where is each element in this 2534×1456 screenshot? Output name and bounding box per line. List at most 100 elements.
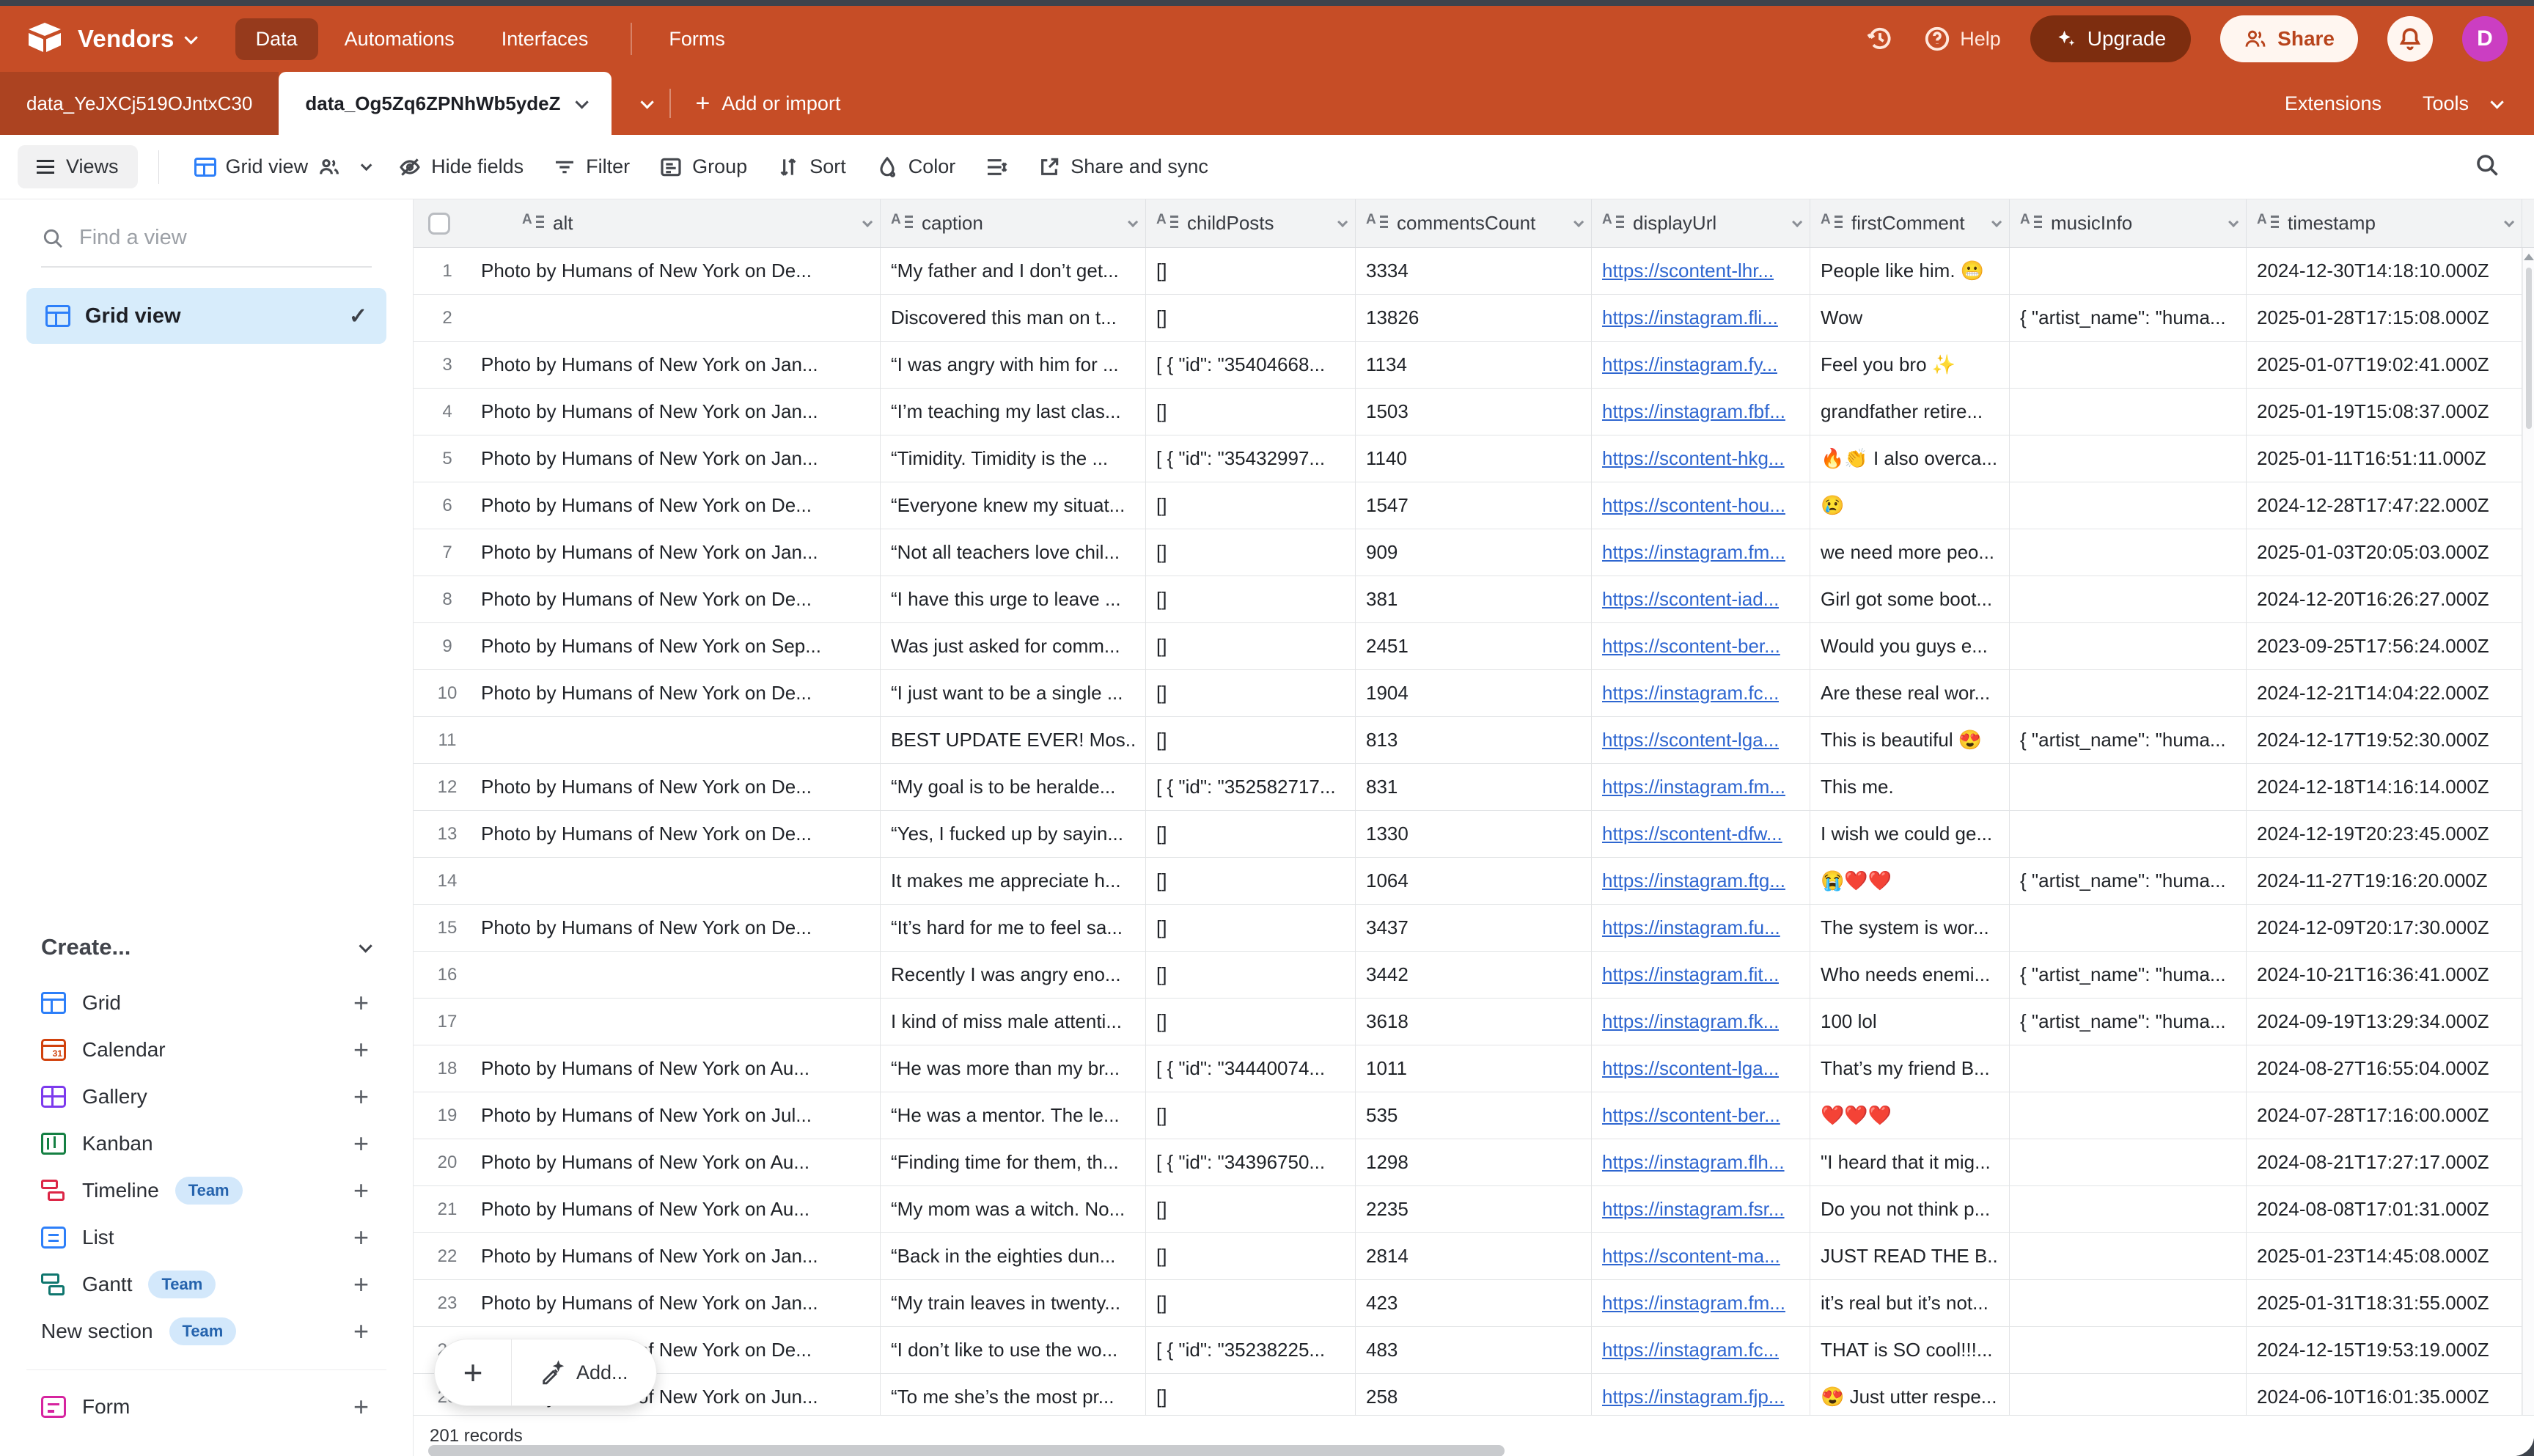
tools-button[interactable]: Tools: [2423, 92, 2500, 115]
cell-caption[interactable]: Was just asked for comm...: [881, 623, 1146, 669]
cell-displayUrl[interactable]: https://scontent-lhr...: [1592, 248, 1810, 294]
cell-timestamp[interactable]: 2023-09-25T17:56:24.000Z: [2247, 623, 2522, 669]
cell-childPosts[interactable]: []: [1146, 858, 1356, 904]
cell-alt[interactable]: 7Photo by Humans of New York on Jan...: [414, 529, 881, 576]
cell-firstComment[interactable]: ❤️❤️❤️: [1810, 1092, 2010, 1139]
cell-timestamp[interactable]: 2024-12-15T19:53:19.000Z: [2247, 1327, 2522, 1373]
cell-displayUrl[interactable]: https://scontent-hou...: [1592, 482, 1810, 529]
cell-alt[interactable]: 11: [414, 717, 881, 763]
cell-caption[interactable]: “My train leaves in twenty...: [881, 1280, 1146, 1326]
cell-musicInfo[interactable]: [2010, 482, 2247, 529]
cell-alt[interactable]: 2: [414, 295, 881, 341]
cell-commentsCount[interactable]: 831: [1356, 764, 1592, 810]
create-header[interactable]: Create...: [41, 934, 369, 960]
cell-timestamp[interactable]: 2024-12-18T14:16:14.000Z: [2247, 764, 2522, 810]
cell-childPosts[interactable]: []: [1146, 529, 1356, 576]
displayurl-link[interactable]: https://instagram.fc...: [1602, 682, 1779, 705]
cell-alt[interactable]: 9Photo by Humans of New York on Sep...: [414, 623, 881, 669]
cell-musicInfo[interactable]: { "artist_name": "huma...: [2010, 999, 2247, 1045]
cell-musicInfo[interactable]: [2010, 1045, 2247, 1092]
avatar[interactable]: D: [2462, 16, 2508, 62]
cell-displayUrl[interactable]: https://instagram.fsr...: [1592, 1186, 1810, 1232]
displayurl-link[interactable]: https://instagram.fk...: [1602, 1010, 1779, 1033]
cell-childPosts[interactable]: [ { "id": "352582717...: [1146, 764, 1356, 810]
cell-alt[interactable]: 6Photo by Humans of New York on De...: [414, 482, 881, 529]
create-view-item-form[interactable]: Form +: [0, 1383, 413, 1430]
cell-musicInfo[interactable]: { "artist_name": "huma...: [2010, 858, 2247, 904]
help-button[interactable]: Help: [1923, 25, 2001, 53]
table-row[interactable]: 1Photo by Humans of New York on De... “M…: [414, 248, 2522, 295]
cell-childPosts[interactable]: []: [1146, 295, 1356, 341]
cell-displayUrl[interactable]: https://scontent-ma...: [1592, 1233, 1810, 1279]
column-chevron-down-icon[interactable]: [862, 216, 873, 227]
displayurl-link[interactable]: https://instagram.fsr...: [1602, 1198, 1785, 1221]
table-row[interactable]: 13Photo by Humans of New York on De... “…: [414, 811, 2522, 858]
share-and-sync-button[interactable]: Share and sync: [1023, 147, 1223, 188]
cell-timestamp[interactable]: 2025-01-31T18:31:55.000Z: [2247, 1280, 2522, 1326]
table-row[interactable]: 18Photo by Humans of New York on Au... “…: [414, 1045, 2522, 1092]
cell-alt[interactable]: 13Photo by Humans of New York on De...: [414, 811, 881, 857]
displayurl-link[interactable]: https://instagram.flh...: [1602, 1151, 1785, 1174]
cell-timestamp[interactable]: 2024-12-17T19:52:30.000Z: [2247, 717, 2522, 763]
extensions-button[interactable]: Extensions: [2285, 92, 2381, 115]
add-or-import-button[interactable]: + Add or import: [671, 72, 866, 135]
cell-displayUrl[interactable]: https://instagram.fc...: [1592, 670, 1810, 716]
cell-displayUrl[interactable]: https://instagram.fjp...: [1592, 1374, 1810, 1415]
displayurl-link[interactable]: https://scontent-ma...: [1602, 1245, 1780, 1268]
cell-firstComment[interactable]: Do you not think p...: [1810, 1186, 2010, 1232]
cell-caption[interactable]: “It’s hard for me to feel sa...: [881, 905, 1146, 951]
cell-timestamp[interactable]: 2025-01-23T14:45:08.000Z: [2247, 1233, 2522, 1279]
column-chevron-down-icon[interactable]: [2504, 216, 2514, 227]
cell-alt[interactable]: 20Photo by Humans of New York on Au...: [414, 1139, 881, 1185]
cell-commentsCount[interactable]: 1547: [1356, 482, 1592, 529]
cell-commentsCount[interactable]: 535: [1356, 1092, 1592, 1139]
cell-displayUrl[interactable]: https://scontent-lga...: [1592, 1045, 1810, 1092]
cell-firstComment[interactable]: Who needs enemi...: [1810, 952, 2010, 998]
cell-musicInfo[interactable]: [2010, 670, 2247, 716]
column-header-firstComment[interactable]: firstComment: [1810, 199, 2010, 247]
cell-caption[interactable]: “I just want to be a single ...: [881, 670, 1146, 716]
cell-commentsCount[interactable]: 1064: [1356, 858, 1592, 904]
scroll-up-arrow-icon[interactable]: [2524, 254, 2534, 260]
table-row[interactable]: 15Photo by Humans of New York on De... “…: [414, 905, 2522, 952]
cell-caption[interactable]: “Not all teachers love chil...: [881, 529, 1146, 576]
cell-childPosts[interactable]: []: [1146, 1374, 1356, 1415]
cell-firstComment[interactable]: 100 lol: [1810, 999, 2010, 1045]
cell-alt[interactable]: 14: [414, 858, 881, 904]
table-row[interactable]: 12Photo by Humans of New York on De... “…: [414, 764, 2522, 811]
displayurl-link[interactable]: https://scontent-hou...: [1602, 494, 1785, 517]
cell-caption[interactable]: “To me she’s the most pr...: [881, 1374, 1146, 1415]
hide-fields-button[interactable]: Hide fields: [383, 147, 538, 188]
cell-timestamp[interactable]: 2024-08-08T17:01:31.000Z: [2247, 1186, 2522, 1232]
column-chevron-down-icon[interactable]: [1128, 216, 1138, 227]
column-chevron-down-icon[interactable]: [1337, 216, 1348, 227]
column-header-caption[interactable]: caption: [881, 199, 1146, 247]
add-view-plus-icon[interactable]: +: [353, 1222, 369, 1253]
cell-commentsCount[interactable]: 483: [1356, 1327, 1592, 1373]
column-header-childPosts[interactable]: childPosts: [1146, 199, 1356, 247]
cell-commentsCount[interactable]: 813: [1356, 717, 1592, 763]
cell-alt[interactable]: 3Photo by Humans of New York on Jan...: [414, 342, 881, 388]
displayurl-link[interactable]: https://instagram.fy...: [1602, 353, 1777, 376]
cell-timestamp[interactable]: 2025-01-19T15:08:37.000Z: [2247, 389, 2522, 435]
cell-commentsCount[interactable]: 3618: [1356, 999, 1592, 1045]
table-row[interactable]: 19Photo by Humans of New York on Jul... …: [414, 1092, 2522, 1139]
cell-firstComment[interactable]: Are these real wor...: [1810, 670, 2010, 716]
cell-caption[interactable]: “My father and I don’t get...: [881, 248, 1146, 294]
cell-commentsCount[interactable]: 2451: [1356, 623, 1592, 669]
cell-firstComment[interactable]: THAT is SO cool!!!...: [1810, 1327, 2010, 1373]
table-row[interactable]: 9Photo by Humans of New York on Sep... W…: [414, 623, 2522, 670]
table-row[interactable]: 11 BEST UPDATE EVER! Mos... [] 813 https…: [414, 717, 2522, 764]
cell-commentsCount[interactable]: 1134: [1356, 342, 1592, 388]
cell-timestamp[interactable]: 2024-12-19T20:23:45.000Z: [2247, 811, 2522, 857]
cell-musicInfo[interactable]: [2010, 811, 2247, 857]
share-button[interactable]: Share: [2220, 15, 2358, 62]
cell-musicInfo[interactable]: [2010, 248, 2247, 294]
displayurl-link[interactable]: https://instagram.fm...: [1602, 776, 1785, 798]
cell-commentsCount[interactable]: 1904: [1356, 670, 1592, 716]
cell-childPosts[interactable]: [ { "id": "35238225...: [1146, 1327, 1356, 1373]
cell-timestamp[interactable]: 2025-01-03T20:05:03.000Z: [2247, 529, 2522, 576]
table-tab[interactable]: data_Og5Zq6ZPNhWb5ydeZ: [279, 72, 611, 135]
displayurl-link[interactable]: https://instagram.fm...: [1602, 1292, 1785, 1315]
add-view-plus-icon[interactable]: +: [353, 1128, 369, 1159]
